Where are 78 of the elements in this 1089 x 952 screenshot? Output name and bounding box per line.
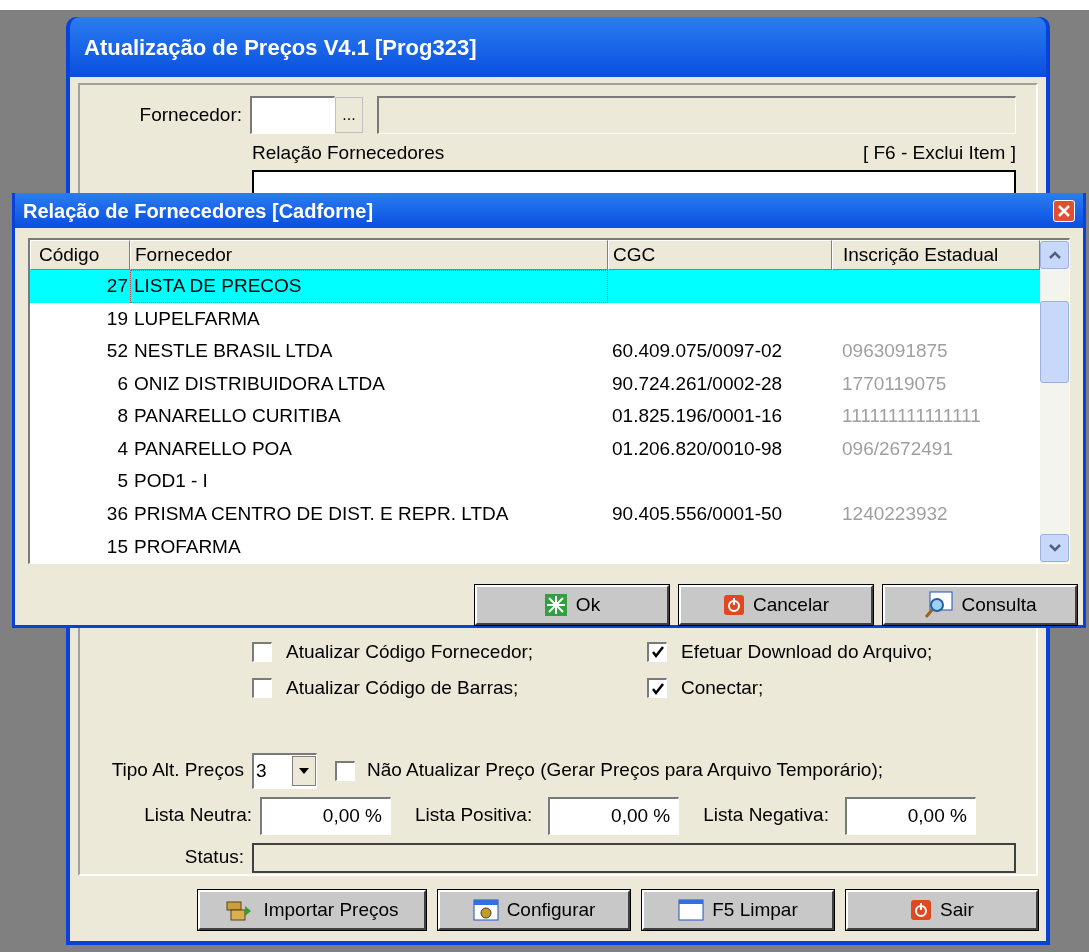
option-label: Atualizar Código de Barras; (286, 676, 519, 700)
delete-hint: [ F6 - Exclui Item ] (862, 141, 1016, 165)
code-cell-text: 5 (116, 469, 129, 494)
status-label: Status: (183, 845, 245, 870)
column-header[interactable]: Inscrição Estadual (832, 240, 1040, 270)
supplier-row[interactable]: 27 LISTA DE PRECOS (30, 270, 1040, 303)
checkbox[interactable] (647, 678, 667, 699)
supplier-cell: LISTA DE PRECOS (130, 270, 608, 303)
close-icon (1058, 204, 1070, 217)
power-icon (910, 899, 933, 921)
option-label: Atualizar Código Fornecedor; (286, 639, 534, 664)
power-icon (722, 594, 745, 616)
lookup-button[interactable]: ... (335, 97, 363, 133)
code-cell-text: 15 (105, 534, 129, 559)
price-type-label: Tipo Alt. Preços (110, 758, 245, 783)
checkbox[interactable] (252, 641, 272, 662)
code-cell-text: 4 (116, 436, 129, 461)
list-label: Lista Negativa: (702, 803, 830, 828)
supplier-cell-text: PANARELLO CURITIBA (133, 404, 342, 429)
list-label: Lista Positiva: (414, 803, 534, 828)
supplier-cell-text: POD1 - I (133, 469, 209, 494)
option-label: Efetuar Download do Arquivo; (681, 639, 933, 664)
window-gear-icon (472, 898, 499, 922)
percent-field[interactable]: 0,00 % (548, 796, 680, 835)
supplier-cell-text: PANARELLO POA (133, 436, 294, 461)
action-button[interactable]: Configurar (438, 890, 630, 930)
column-header[interactable]: Fornecedor (130, 240, 608, 270)
dialog-button[interactable]: Ok (475, 585, 669, 625)
supplier-list-label: Relação Fornecedores (252, 141, 445, 165)
cgc-cell-text: 90.724.261/0002-28 (611, 371, 784, 396)
action-button[interactable]: Importar Preços (198, 890, 426, 930)
cgc-cell-text: 01.206.820/0010-98 (611, 436, 784, 461)
supplier-code-field[interactable] (250, 96, 335, 134)
state-registration-cell-text: 0963091875 (841, 339, 949, 364)
supplier-cell-text: ONIZ DISTRIBUIDORA LTDA (133, 371, 386, 396)
supplier-cell-text: LUPELFARMA (133, 306, 261, 331)
window-title: Atualização de Preços V4.1 [Prog323] (84, 33, 477, 62)
code-cell-text: 19 (105, 306, 129, 331)
action-button[interactable]: Sair (846, 890, 1038, 930)
code-cell-text: 52 (105, 339, 129, 364)
scrollbar[interactable] (1040, 240, 1069, 563)
scroll-thumb[interactable] (1040, 300, 1069, 383)
scroll-down-icon[interactable] (1040, 534, 1069, 562)
state-registration-cell-text: 111111111111111 (841, 404, 982, 429)
magnifier-icon (923, 591, 954, 619)
code-cell-text: 36 (105, 501, 129, 526)
supplier-label: Fornecedor: (138, 102, 243, 127)
window-icon (678, 898, 705, 922)
cgc-cell-text: 90.405.556/0001-50 (611, 501, 784, 526)
checkbox[interactable] (252, 678, 272, 699)
check-icon (543, 593, 568, 617)
supplier-cell-text: PRISMA CENTRO DE DIST. E REPR. LTDA (133, 501, 510, 526)
supplier-cell-text: PROFARMA (133, 534, 242, 559)
percent-field[interactable]: 0,00 % (844, 796, 976, 835)
supplier-cell-text: NESTLE BRASIL LTDA (133, 339, 334, 364)
dialog-title: Relação de Fornecedores [Cadforne] (23, 198, 374, 224)
cgc-cell-text: 01.825.196/0001-16 (611, 404, 784, 429)
list-label: Lista Neutra: (143, 803, 253, 828)
state-registration-cell-text: 1240223932 (841, 501, 949, 526)
code-cell-text: 27 (105, 274, 129, 299)
no-update-label: Não Atualizar Preço (Gerar Preços para Arquivo Temporário); (367, 758, 884, 783)
scroll-up-icon[interactable] (1040, 241, 1069, 269)
state-registration-cell-text: 1770119075 (841, 371, 948, 396)
option-label: Conectar; (681, 676, 764, 700)
dialog-button[interactable]: Consulta (883, 585, 1077, 625)
dialog-button[interactable]: Cancelar (679, 585, 873, 625)
percent-field[interactable]: 0,00 % (260, 796, 391, 835)
action-button[interactable]: F5 Limpar (642, 890, 834, 930)
checkbox[interactable] (647, 641, 667, 662)
column-header[interactable]: Código (30, 240, 130, 270)
code-cell-text: 8 (116, 404, 129, 429)
checkbox[interactable] (335, 760, 355, 781)
price-type-dropdown[interactable]: 3 (252, 752, 317, 789)
close-button[interactable] (1053, 199, 1075, 222)
cgc-cell-text: 60.409.075/0097-02 (611, 339, 784, 364)
code-cell-text: 6 (116, 371, 129, 396)
column-header[interactable]: CGC (608, 240, 832, 270)
state-registration-cell-text: 096/2672491 (841, 436, 954, 461)
